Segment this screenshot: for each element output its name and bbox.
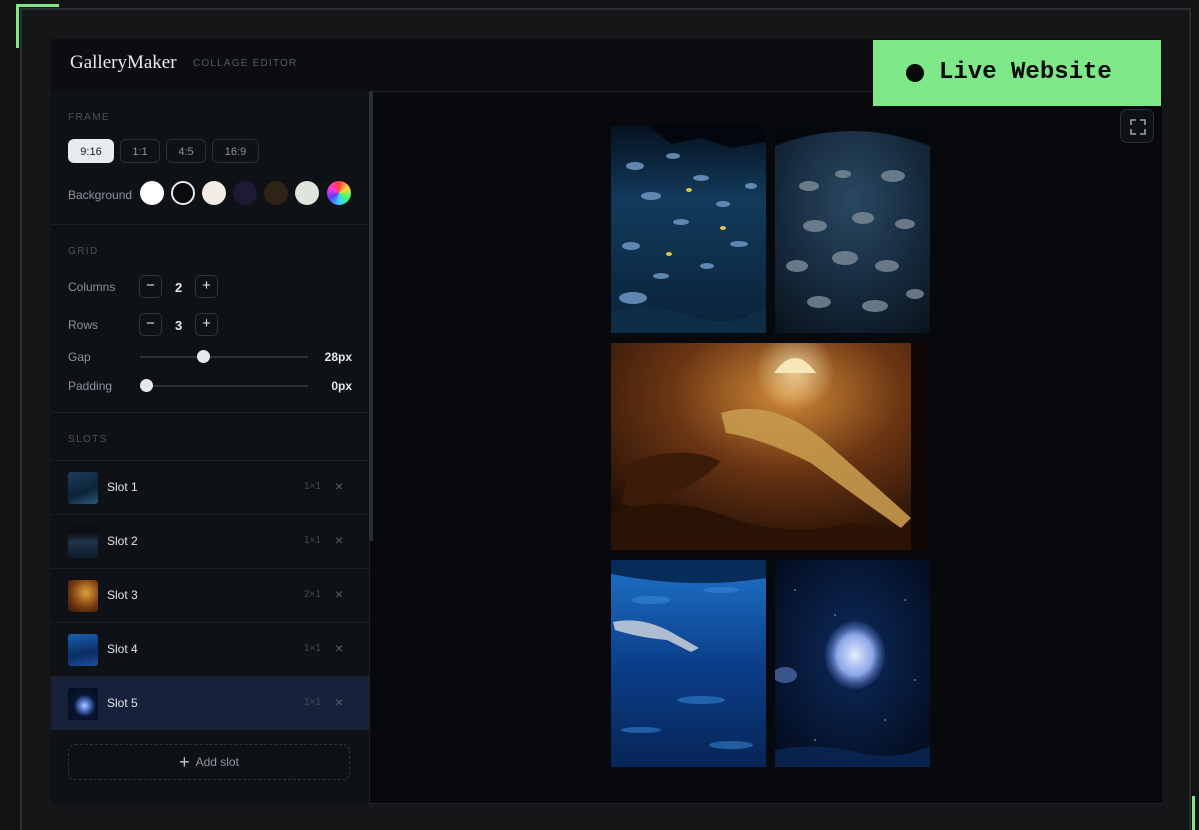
collage-tile-1[interactable] [611, 126, 766, 333]
live-website-label: Live Website [939, 59, 1112, 86]
columns-value: 2 [175, 280, 183, 295]
padding-slider-track[interactable] [140, 385, 308, 387]
rows-value: 3 [175, 318, 183, 333]
slot-row-4[interactable]: Slot 4 1×1 × [51, 622, 369, 676]
slot-remove-icon[interactable]: × [335, 694, 343, 710]
live-status-dot-icon [906, 64, 924, 82]
gap-slider-thumb[interactable] [197, 350, 211, 363]
columns-increment-button[interactable]: + [195, 275, 218, 298]
swatch-black[interactable] [171, 181, 195, 205]
slot-size: 1×1 [304, 697, 321, 708]
rows-decrement-button[interactable]: − [139, 313, 162, 336]
swatch-cream[interactable] [202, 181, 226, 205]
swatch-navy[interactable] [233, 181, 257, 205]
slot-thumbnail [68, 526, 98, 558]
swatch-sage[interactable] [295, 181, 319, 205]
slot-name: Slot 4 [107, 642, 138, 656]
slot-size: 2×1 [304, 589, 321, 600]
slot-remove-icon[interactable]: × [335, 586, 343, 602]
frame-section-label: FRAME [68, 112, 110, 123]
ratio-16-9-button[interactable]: 16:9 [212, 139, 259, 163]
rows-label: Rows [68, 318, 99, 332]
slot-name: Slot 2 [107, 534, 138, 548]
slot-thumbnail [68, 688, 98, 720]
slot-remove-icon[interactable]: × [335, 640, 343, 656]
slot-remove-icon[interactable]: × [335, 532, 343, 548]
slot-size: 1×1 [304, 643, 321, 654]
gap-value: 28px [324, 350, 352, 364]
slot-row-3[interactable]: Slot 3 2×1 × [51, 568, 369, 622]
shark-tank-image [611, 560, 766, 767]
slot-row-2[interactable]: Slot 2 1×1 × [51, 514, 369, 568]
gap-label: Gap [68, 350, 91, 364]
app-window: GalleryMaker COLLAGE EDITOR FRAME 9:16 1… [51, 39, 1162, 804]
divider [51, 412, 369, 413]
sidebar: FRAME 9:16 1:1 4:5 16:9 Background GRID … [51, 91, 370, 804]
add-slot-label: Add slot [195, 755, 239, 769]
swatch-custom-color[interactable] [327, 181, 351, 205]
fullscreen-button[interactable] [1120, 109, 1154, 143]
fullscreen-icon [1130, 119, 1146, 135]
accent-corner-top [16, 4, 59, 7]
padding-value: 0px [331, 379, 352, 393]
slot-name: Slot 5 [107, 696, 138, 710]
plus-icon: + [179, 752, 190, 772]
jellyfish-image [775, 560, 930, 767]
divider [51, 224, 369, 225]
iguana-terrarium-image [611, 343, 930, 550]
collage-tile-2[interactable] [775, 126, 930, 333]
live-website-badge[interactable]: Live Website [873, 40, 1161, 106]
aquarium-fish-image [611, 126, 766, 333]
collage-tile-3[interactable] [611, 343, 930, 550]
accent-corner-bottom-right [1192, 796, 1195, 830]
ratio-1-1-button[interactable]: 1:1 [120, 139, 160, 163]
fish-school-image [775, 126, 930, 333]
columns-decrement-button[interactable]: − [139, 275, 162, 298]
accent-corner-left [16, 4, 19, 48]
padding-slider-thumb[interactable] [140, 379, 153, 392]
collage-tile-5[interactable] [775, 560, 930, 767]
slot-remove-icon[interactable]: × [335, 478, 343, 494]
slot-name: Slot 1 [107, 480, 138, 494]
slots-section-label: SLOTS [68, 434, 108, 445]
slot-thumbnail [68, 580, 98, 612]
grid-section-label: GRID [68, 246, 99, 257]
add-slot-button[interactable]: + Add slot [68, 744, 350, 780]
collage-tile-4[interactable] [611, 560, 766, 767]
slot-row-1[interactable]: Slot 1 1×1 × [51, 460, 369, 514]
slot-size: 1×1 [304, 535, 321, 546]
padding-label: Padding [68, 379, 113, 393]
ratio-4-5-button[interactable]: 4:5 [166, 139, 206, 163]
slot-thumbnail [68, 472, 98, 504]
brand-subtitle: COLLAGE EDITOR [193, 58, 298, 69]
ratio-9-16-button[interactable]: 9:16 [68, 139, 114, 163]
slot-name: Slot 3 [107, 588, 138, 602]
slot-size: 1×1 [304, 481, 321, 492]
slot-thumbnail [68, 634, 98, 666]
sidebar-scrollbar[interactable] [369, 91, 373, 541]
background-label: Background [68, 188, 133, 202]
slot-row-5[interactable]: Slot 5 1×1 × [51, 676, 369, 730]
brand-title: GalleryMaker [70, 52, 177, 73]
collage-canvas [374, 91, 1162, 804]
gap-slider-track[interactable] [140, 356, 308, 358]
rows-increment-button[interactable]: + [195, 313, 218, 336]
swatch-white[interactable] [140, 181, 164, 205]
columns-label: Columns [68, 280, 116, 294]
swatch-brown[interactable] [264, 181, 288, 205]
